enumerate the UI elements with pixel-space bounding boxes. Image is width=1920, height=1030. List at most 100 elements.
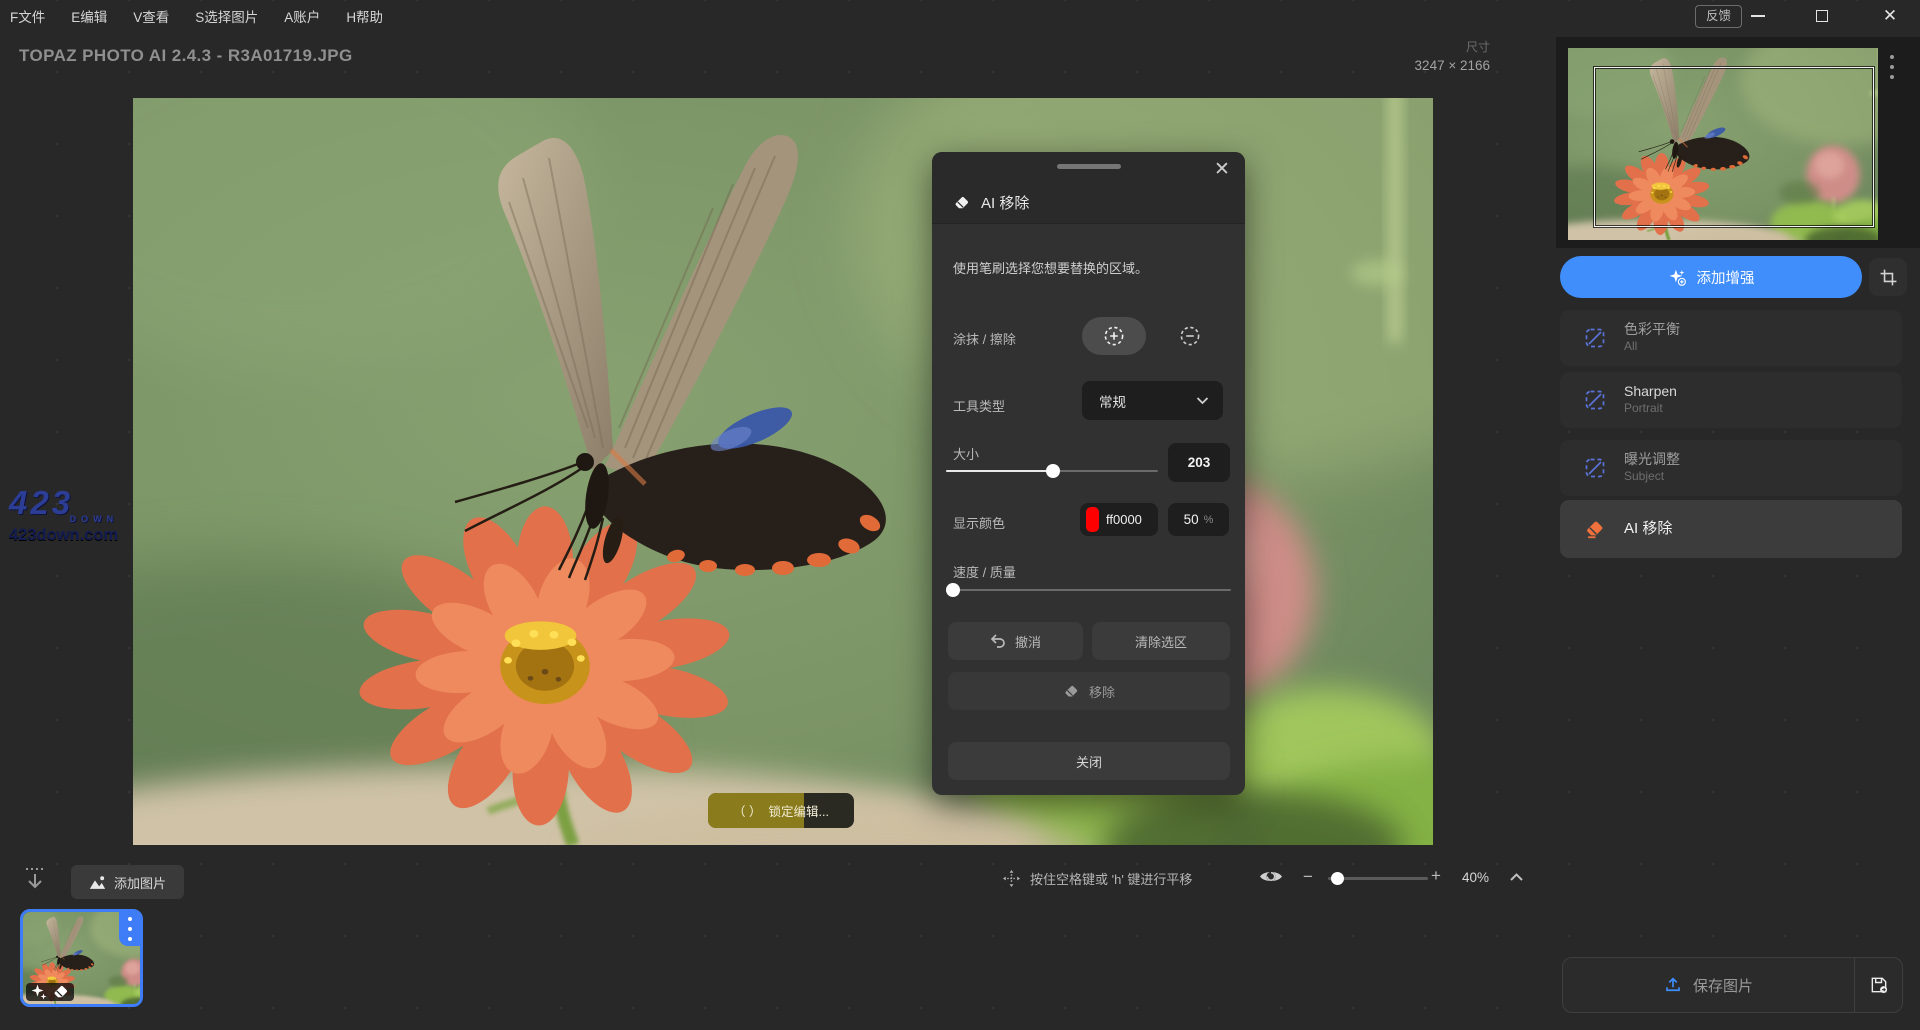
import-queue-icon[interactable] (22, 866, 48, 899)
thumbnail-status-badges (26, 983, 74, 1001)
crop-button[interactable] (1869, 258, 1907, 296)
image-dimensions: 尺寸 3247 × 2166 (1300, 38, 1490, 76)
eraser-mini-icon (52, 983, 70, 1001)
maximize-icon (1816, 10, 1828, 22)
color-hex-value: ff0000 (1106, 512, 1142, 527)
menu-file[interactable]: F文件 (10, 6, 45, 26)
dialog-title: AI 移除 (981, 192, 1029, 213)
navigator-menu-button[interactable] (1890, 55, 1894, 79)
disabled-filter-icon (1582, 456, 1608, 480)
tool-type-label: 工具类型 (953, 396, 1005, 415)
app-title: TOPAZ PHOTO AI 2.4.3 - R3A01719.JPG (19, 46, 353, 66)
filmstrip-thumbnail-selected[interactable] (20, 909, 143, 1007)
watermark: 423 DOWN 423down.com (9, 486, 118, 544)
opacity-value-box[interactable]: 50 % (1168, 503, 1229, 536)
erase-mode-button[interactable] (1179, 325, 1201, 347)
lock-label: 锁定编辑... (769, 801, 829, 820)
zoom-panel-chevron-up[interactable] (1509, 869, 1524, 887)
clear-selection-button[interactable]: 清除选区 (1092, 622, 1230, 660)
enhancement-card-ai-remove[interactable]: AI 移除 (1560, 500, 1902, 558)
speed-quality-label: 速度 / 质量 (953, 562, 1016, 581)
menu-help[interactable]: H帮助 (346, 6, 383, 26)
watermark-site: 423down.com (9, 527, 118, 544)
opacity-value: 50 (1184, 512, 1199, 527)
thumbnail-menu-button[interactable] (119, 912, 140, 946)
zoom-in-button[interactable]: + (1431, 866, 1441, 886)
card-title: 色彩平衡 (1624, 321, 1680, 339)
dialog-close-action-label: 关闭 (1076, 752, 1102, 771)
display-color-label: 显示颜色 (953, 513, 1005, 532)
speed-quality-thumb[interactable] (946, 583, 960, 597)
add-enhancement-button[interactable]: 添加增强 (1560, 256, 1862, 298)
maximize-button[interactable] (1803, 0, 1841, 31)
undo-icon (990, 634, 1006, 648)
navigator-viewport-rect[interactable] (1594, 67, 1874, 227)
opacity-unit: % (1204, 514, 1214, 526)
dialog-close-button[interactable]: ✕ (1209, 156, 1235, 182)
card-title: AI 移除 (1624, 520, 1672, 539)
add-image-button[interactable]: 添加图片 (71, 865, 184, 899)
card-subtitle: All (1624, 339, 1680, 355)
menu-edit[interactable]: E编辑 (71, 6, 107, 26)
enhancement-card-color-balance[interactable]: 色彩平衡 All (1560, 310, 1902, 366)
dialog-description: 使用笔刷选择您想要替换的区域。 (953, 258, 1148, 277)
color-swatch[interactable] (1086, 507, 1099, 532)
speed-quality-slider[interactable] (946, 589, 1231, 591)
pan-hint: 按住空格键或 'h' 键进行平移 (1002, 869, 1192, 888)
size-slider-thumb[interactable] (1046, 464, 1060, 478)
minimize-button[interactable] (1739, 0, 1777, 31)
save-image-label: 保存图片 (1693, 975, 1753, 996)
brush-subtract-icon (1179, 325, 1201, 347)
close-icon: ✕ (1883, 7, 1897, 24)
app-window: F文件 E编辑 V查看 S选择图片 A账户 H帮助 反馈 ✕ TOPAZ PHO… (0, 0, 1920, 1030)
dialog-header: ✕ AI 移除 (932, 152, 1245, 224)
crop-icon (1879, 268, 1898, 287)
zoom-level-value[interactable]: 40% (1462, 870, 1489, 885)
pan-hint-text: 按住空格键或 'h' 键进行平移 (1030, 869, 1192, 888)
feedback-button[interactable]: 反馈 (1695, 5, 1742, 28)
close-window-button[interactable]: ✕ (1871, 0, 1909, 31)
color-picker-field[interactable]: ff0000 (1080, 503, 1158, 536)
remove-button[interactable]: 移除 (948, 672, 1230, 710)
card-title: 曝光调整 (1624, 451, 1680, 469)
dialog-close-action-button[interactable]: 关闭 (948, 742, 1230, 780)
minimize-icon (1751, 15, 1765, 17)
save-as-icon (1869, 975, 1889, 995)
brush-erase-label: 涂抹 / 擦除 (953, 329, 1016, 348)
dimensions-value: 3247 × 2166 (1300, 56, 1490, 76)
enhancement-card-sharpen[interactable]: Sharpen Portrait (1560, 372, 1902, 428)
zoom-slider[interactable] (1328, 877, 1428, 880)
brush-add-icon (1103, 325, 1125, 347)
zoom-out-button[interactable]: − (1303, 867, 1313, 887)
navigator-thumbnail[interactable] (1568, 48, 1878, 240)
drag-handle[interactable] (1057, 164, 1121, 169)
clear-selection-label: 清除选区 (1135, 632, 1187, 651)
zoom-slider-thumb[interactable] (1331, 872, 1344, 885)
add-enhancement-label: 添加增强 (1697, 267, 1755, 288)
save-image-row: 保存图片 (1562, 957, 1903, 1013)
lock-editing-badge: （ ） 锁定编辑... (708, 793, 854, 828)
menu-select-image[interactable]: S选择图片 (195, 6, 258, 26)
card-subtitle: Portrait (1624, 401, 1677, 417)
save-as-button[interactable] (1855, 958, 1902, 1012)
undo-button[interactable]: 撤消 (948, 622, 1083, 660)
tool-type-dropdown[interactable]: 常规 (1082, 381, 1223, 420)
menu-view[interactable]: V查看 (133, 6, 169, 26)
eraser-icon (1582, 518, 1608, 540)
preview-eye-button[interactable] (1258, 866, 1284, 892)
menu-account[interactable]: A账户 (284, 6, 320, 26)
undo-label: 撤消 (1015, 632, 1041, 651)
enhancement-card-exposure[interactable]: 曝光调整 Subject (1560, 440, 1902, 496)
remove-eraser-icon (1063, 683, 1080, 700)
chevron-down-icon (1196, 396, 1209, 405)
save-image-button[interactable]: 保存图片 (1563, 958, 1855, 1012)
brush-mode-button[interactable] (1082, 317, 1146, 355)
size-value-box[interactable]: 203 (1168, 443, 1230, 482)
upload-icon (1664, 976, 1682, 994)
sparkles-plus-icon (1668, 268, 1687, 287)
enhance-sparkles-icon (30, 983, 48, 1001)
size-slider[interactable] (946, 470, 1158, 472)
disabled-filter-icon (1582, 388, 1608, 412)
tool-type-value: 常规 (1099, 391, 1196, 411)
menu-bar: F文件 E编辑 V查看 S选择图片 A账户 H帮助 (0, 0, 1920, 31)
